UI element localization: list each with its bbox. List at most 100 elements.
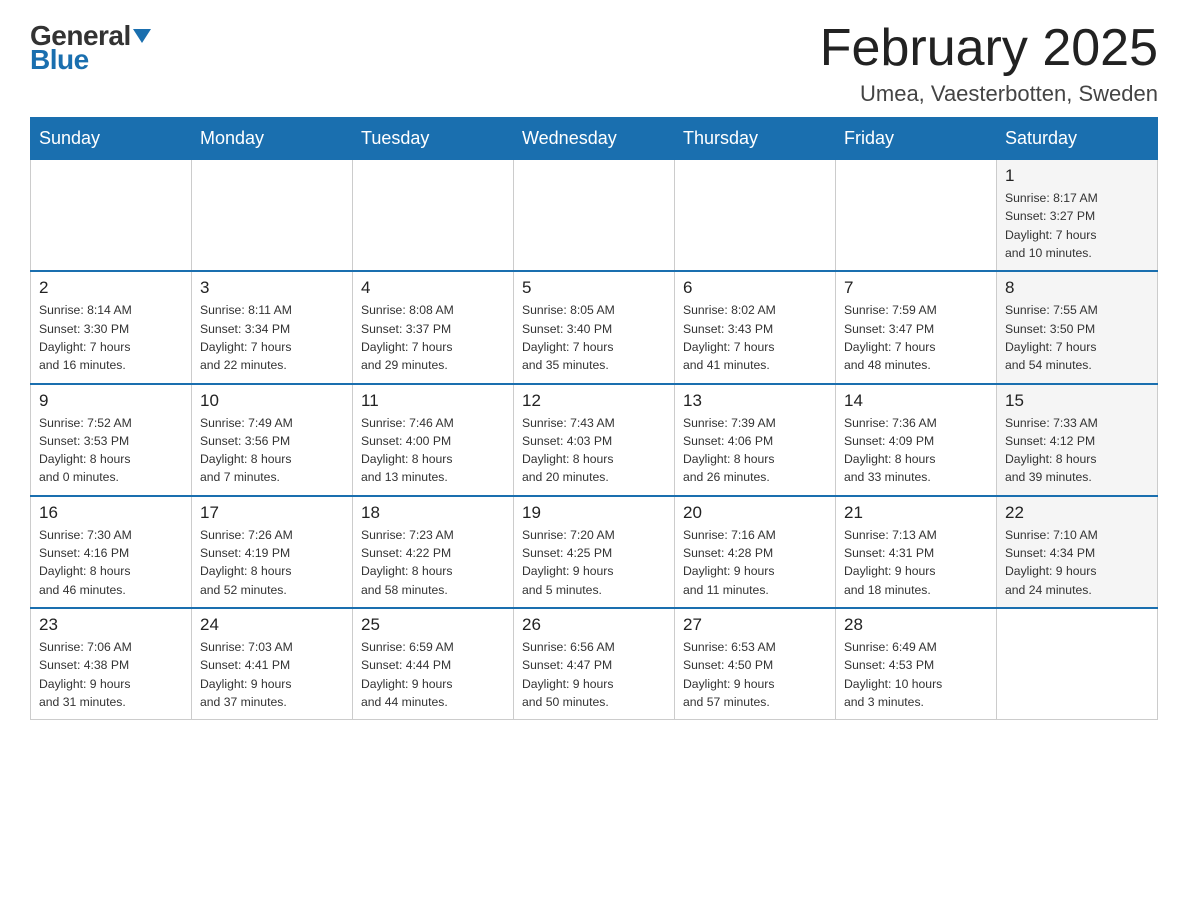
table-row <box>997 608 1158 720</box>
table-row: 7Sunrise: 7:59 AMSunset: 3:47 PMDaylight… <box>836 271 997 383</box>
day-number: 11 <box>361 391 505 411</box>
day-info: Sunrise: 7:43 AMSunset: 4:03 PMDaylight:… <box>522 414 666 487</box>
table-row: 28 Sunrise: 6:49 AMSunset: 4:53 PMDayligh… <box>836 608 997 720</box>
day-info: Sunrise: 7:06 AMSunset: 4:38 PMDaylight:… <box>39 638 183 711</box>
day-info: Sunrise: 6:56 AMSunset: 4:47 PMDaylight:… <box>522 638 666 711</box>
day-number: 22 <box>1005 503 1149 523</box>
table-row <box>514 160 675 272</box>
day-info: Sunrise: 8:14 AMSunset: 3:30 PMDaylight:… <box>39 301 183 374</box>
day-number: 19 <box>522 503 666 523</box>
table-row: 16 Sunrise: 7:30 AMSunset: 4:16 PMDayligh… <box>31 496 192 608</box>
table-row: 27 Sunrise: 6:53 AMSunset: 4:50 PMDayligh… <box>675 608 836 720</box>
table-row: 23Sunrise: 7:06 AMSunset: 4:38 PMDayligh… <box>31 608 192 720</box>
table-row: 25 Sunrise: 6:59 AMSunset: 4:44 PMDayligh… <box>353 608 514 720</box>
day-info: Sunrise: 7:46 AMSunset: 4:00 PMDaylight:… <box>361 414 505 487</box>
header-wednesday: Wednesday <box>514 118 675 160</box>
page-header: General Blue February 2025 Umea, Vaester… <box>30 20 1158 107</box>
day-number: 26 <box>522 615 666 635</box>
calendar-table: Sunday Monday Tuesday Wednesday Thursday… <box>30 117 1158 720</box>
day-number: 27 <box>683 615 827 635</box>
header-tuesday: Tuesday <box>353 118 514 160</box>
month-title: February 2025 <box>820 20 1158 77</box>
day-number: 25 <box>361 615 505 635</box>
day-number: 1 <box>1005 166 1149 186</box>
table-row: 10 Sunrise: 7:49 AMSunset: 3:56 PMDayligh… <box>192 384 353 496</box>
day-info: Sunrise: 7:55 AMSunset: 3:50 PMDaylight:… <box>1005 301 1149 374</box>
logo-triangle-icon <box>133 29 151 43</box>
day-info: Sunrise: 7:52 AMSunset: 3:53 PMDaylight:… <box>39 414 183 487</box>
table-row: 4 Sunrise: 8:08 AMSunset: 3:37 PMDaylight… <box>353 271 514 383</box>
day-number: 2 <box>39 278 183 298</box>
day-number: 12 <box>522 391 666 411</box>
table-row: 1 Sunrise: 8:17 AMSunset: 3:27 PMDaylight… <box>997 160 1158 272</box>
day-number: 9 <box>39 391 183 411</box>
calendar-week-row: 23Sunrise: 7:06 AMSunset: 4:38 PMDayligh… <box>31 608 1158 720</box>
day-number: 7 <box>844 278 988 298</box>
header-thursday: Thursday <box>675 118 836 160</box>
day-info: Sunrise: 7:36 AMSunset: 4:09 PMDaylight:… <box>844 414 988 487</box>
day-info: Sunrise: 7:10 AMSunset: 4:34 PMDaylight:… <box>1005 526 1149 599</box>
table-row: 21 Sunrise: 7:13 AMSunset: 4:31 PMDayligh… <box>836 496 997 608</box>
calendar-week-row: 1 Sunrise: 8:17 AMSunset: 3:27 PMDaylight… <box>31 160 1158 272</box>
table-row: 19 Sunrise: 7:20 AMSunset: 4:25 PMDayligh… <box>514 496 675 608</box>
day-number: 18 <box>361 503 505 523</box>
table-row: 12 Sunrise: 7:43 AMSunset: 4:03 PMDayligh… <box>514 384 675 496</box>
table-row: 17Sunrise: 7:26 AMSunset: 4:19 PMDayligh… <box>192 496 353 608</box>
day-number: 5 <box>522 278 666 298</box>
table-row <box>675 160 836 272</box>
day-number: 28 <box>844 615 988 635</box>
day-number: 21 <box>844 503 988 523</box>
day-number: 8 <box>1005 278 1149 298</box>
table-row <box>353 160 514 272</box>
table-row: 15 Sunrise: 7:33 AMSunset: 4:12 PMDayligh… <box>997 384 1158 496</box>
table-row: 9 Sunrise: 7:52 AMSunset: 3:53 PMDaylight… <box>31 384 192 496</box>
table-row: 26 Sunrise: 6:56 AMSunset: 4:47 PMDayligh… <box>514 608 675 720</box>
day-info: Sunrise: 7:39 AMSunset: 4:06 PMDaylight:… <box>683 414 827 487</box>
day-info: Sunrise: 7:23 AMSunset: 4:22 PMDaylight:… <box>361 526 505 599</box>
table-row <box>192 160 353 272</box>
title-block: February 2025 Umea, Vaesterbotten, Swede… <box>820 20 1158 107</box>
table-row: 18 Sunrise: 7:23 AMSunset: 4:22 PMDayligh… <box>353 496 514 608</box>
table-row: 6 Sunrise: 8:02 AMSunset: 3:43 PMDaylight… <box>675 271 836 383</box>
logo-blue-text: Blue <box>30 44 89 76</box>
day-number: 6 <box>683 278 827 298</box>
day-info: Sunrise: 8:02 AMSunset: 3:43 PMDaylight:… <box>683 301 827 374</box>
day-number: 3 <box>200 278 344 298</box>
day-info: Sunrise: 7:03 AMSunset: 4:41 PMDaylight:… <box>200 638 344 711</box>
day-number: 16 <box>39 503 183 523</box>
day-number: 10 <box>200 391 344 411</box>
calendar-week-row: 9 Sunrise: 7:52 AMSunset: 3:53 PMDaylight… <box>31 384 1158 496</box>
table-row: 3 Sunrise: 8:11 AMSunset: 3:34 PMDaylight… <box>192 271 353 383</box>
table-row: 20Sunrise: 7:16 AMSunset: 4:28 PMDayligh… <box>675 496 836 608</box>
location: Umea, Vaesterbotten, Sweden <box>820 81 1158 107</box>
day-info: Sunrise: 7:20 AMSunset: 4:25 PMDaylight:… <box>522 526 666 599</box>
day-info: Sunrise: 6:49 AMSunset: 4:53 PMDaylight:… <box>844 638 988 711</box>
day-info: Sunrise: 7:33 AMSunset: 4:12 PMDaylight:… <box>1005 414 1149 487</box>
header-monday: Monday <box>192 118 353 160</box>
table-row: 13Sunrise: 7:39 AMSunset: 4:06 PMDayligh… <box>675 384 836 496</box>
day-number: 15 <box>1005 391 1149 411</box>
header-saturday: Saturday <box>997 118 1158 160</box>
day-info: Sunrise: 8:11 AMSunset: 3:34 PMDaylight:… <box>200 301 344 374</box>
day-info: Sunrise: 8:08 AMSunset: 3:37 PMDaylight:… <box>361 301 505 374</box>
day-info: Sunrise: 7:49 AMSunset: 3:56 PMDaylight:… <box>200 414 344 487</box>
calendar-week-row: 16 Sunrise: 7:30 AMSunset: 4:16 PMDayligh… <box>31 496 1158 608</box>
table-row: 24 Sunrise: 7:03 AMSunset: 4:41 PMDayligh… <box>192 608 353 720</box>
table-row: 2 Sunrise: 8:14 AMSunset: 3:30 PMDaylight… <box>31 271 192 383</box>
table-row: 14Sunrise: 7:36 AMSunset: 4:09 PMDayligh… <box>836 384 997 496</box>
header-friday: Friday <box>836 118 997 160</box>
day-info: Sunrise: 6:59 AMSunset: 4:44 PMDaylight:… <box>361 638 505 711</box>
day-info: Sunrise: 8:17 AMSunset: 3:27 PMDaylight:… <box>1005 189 1149 262</box>
table-row: 5Sunrise: 8:05 AMSunset: 3:40 PMDaylight… <box>514 271 675 383</box>
day-number: 20 <box>683 503 827 523</box>
day-info: Sunrise: 6:53 AMSunset: 4:50 PMDaylight:… <box>683 638 827 711</box>
table-row <box>836 160 997 272</box>
weekday-header-row: Sunday Monday Tuesday Wednesday Thursday… <box>31 118 1158 160</box>
day-number: 4 <box>361 278 505 298</box>
table-row: 8 Sunrise: 7:55 AMSunset: 3:50 PMDaylight… <box>997 271 1158 383</box>
day-number: 24 <box>200 615 344 635</box>
header-sunday: Sunday <box>31 118 192 160</box>
day-info: Sunrise: 7:30 AMSunset: 4:16 PMDaylight:… <box>39 526 183 599</box>
day-info: Sunrise: 7:13 AMSunset: 4:31 PMDaylight:… <box>844 526 988 599</box>
table-row: 22 Sunrise: 7:10 AMSunset: 4:34 PMDayligh… <box>997 496 1158 608</box>
